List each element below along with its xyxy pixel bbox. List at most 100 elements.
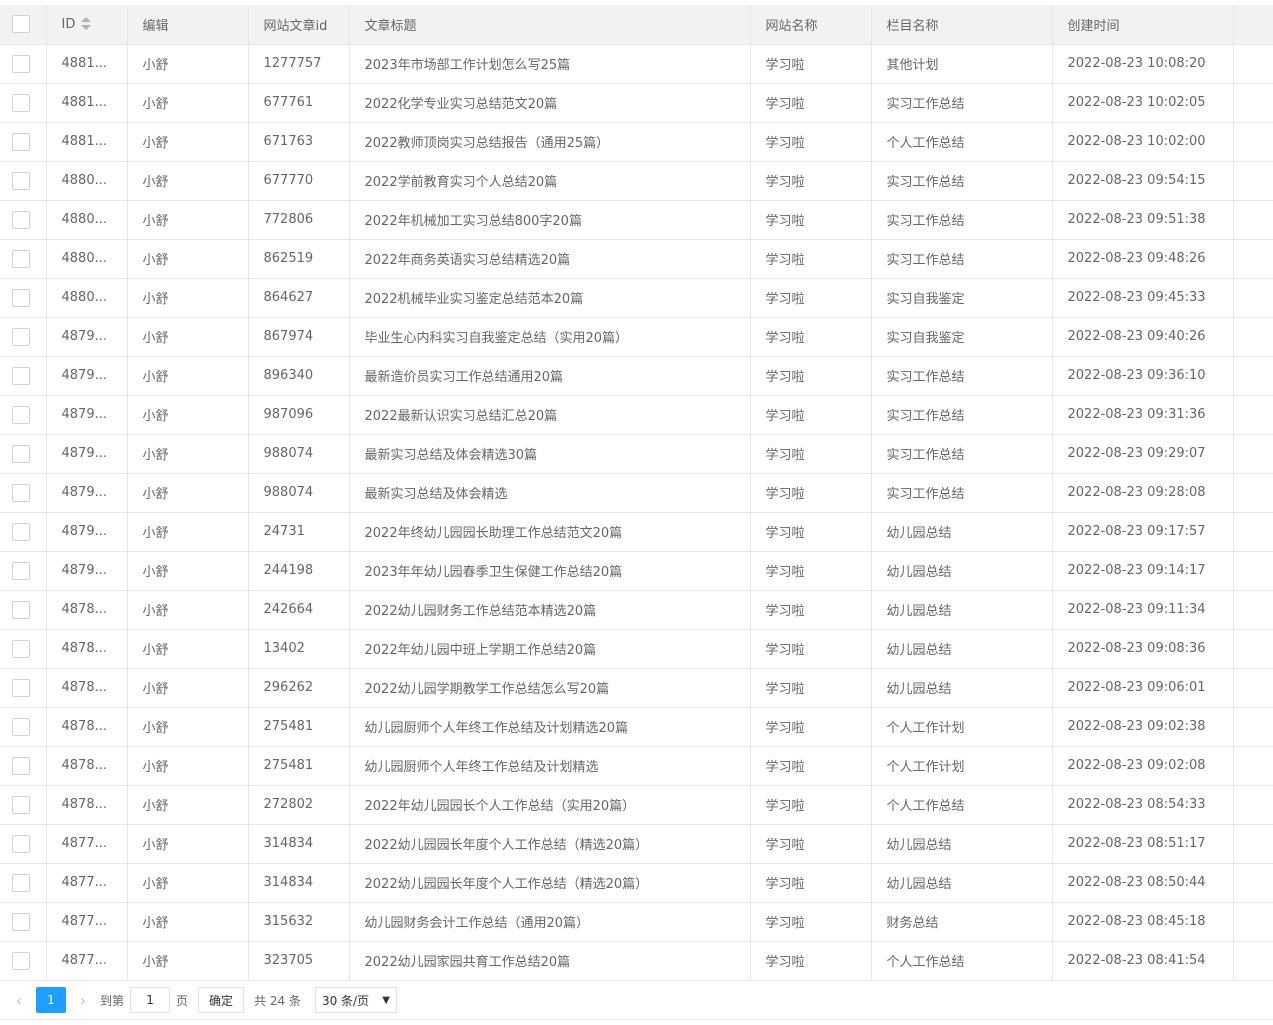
row-checkbox-cell[interactable] xyxy=(0,629,47,669)
row-checkbox-cell[interactable] xyxy=(0,395,47,435)
cell-column-name: 其他计划 xyxy=(871,44,1053,84)
table-row[interactable]: 4877... 小舒 315632 幼儿园财务会计工作总结（通用20篇） 学习啦 财务总结… xyxy=(0,902,1273,942)
row-checkbox[interactable] xyxy=(12,54,30,73)
cell-site-article-id: 677770 xyxy=(248,161,350,201)
cell-editor: 小舒 xyxy=(127,629,249,669)
table-row[interactable]: 4878... 小舒 242664 2022幼儿园财务工作总结范本精选20篇 学习啦 幼儿… xyxy=(0,590,1273,630)
row-checkbox-cell[interactable] xyxy=(0,707,47,747)
row-checkbox[interactable] xyxy=(12,795,30,814)
row-checkbox[interactable] xyxy=(12,756,30,775)
table-row[interactable]: 4880... 小舒 862519 2022年商务英语实习总结精选20篇 学习啦 实习工作… xyxy=(0,239,1273,279)
cell-site-article-id: 275481 xyxy=(248,746,350,786)
row-checkbox-cell[interactable] xyxy=(0,356,47,396)
table-row[interactable]: 4879... 小舒 988074 最新实习总结及体会精选 学习啦 实习工作总结 2022-… xyxy=(0,473,1273,513)
row-checkbox[interactable] xyxy=(12,717,30,736)
chevron-left-icon[interactable]: ‹ xyxy=(8,987,30,1013)
row-checkbox-cell[interactable] xyxy=(0,590,47,630)
row-checkbox-cell[interactable] xyxy=(0,83,47,123)
row-checkbox-cell[interactable] xyxy=(0,122,47,162)
row-checkbox[interactable] xyxy=(12,93,30,112)
select-all-checkbox-cell[interactable] xyxy=(0,5,47,45)
cell-created-at: 2022-08-23 08:54:33 xyxy=(1052,785,1234,825)
row-checkbox-cell[interactable] xyxy=(0,785,47,825)
row-checkbox-cell[interactable] xyxy=(0,473,47,513)
row-checkbox-cell[interactable] xyxy=(0,746,47,786)
goto-page-input[interactable] xyxy=(130,987,171,1013)
row-checkbox-cell[interactable] xyxy=(0,317,47,357)
table-row[interactable]: 4878... 小舒 13402 2022年幼儿园中班上学期工作总结20篇 学习啦 幼儿园… xyxy=(0,629,1273,669)
table-row[interactable]: 4878... 小舒 272802 2022年幼儿园园长个人工作总结（实用20篇） 学习… xyxy=(0,785,1273,825)
row-checkbox[interactable] xyxy=(12,600,30,619)
row-filler xyxy=(1233,239,1273,279)
row-checkbox[interactable] xyxy=(12,678,30,697)
row-checkbox-cell[interactable] xyxy=(0,551,47,591)
row-checkbox[interactable] xyxy=(12,132,30,151)
table-row[interactable]: 4881... 小舒 677761 2022化学专业实习总结范文20篇 学习啦 实习工作总… xyxy=(0,83,1273,123)
row-checkbox[interactable] xyxy=(12,483,30,502)
table-row[interactable]: 4880... 小舒 677770 2022学前教育实习个人总结20篇 学习啦 实习工作总… xyxy=(0,161,1273,201)
row-checkbox[interactable] xyxy=(12,834,30,853)
table-row[interactable]: 4879... 小舒 988074 最新实习总结及体会精选30篇 学习啦 实习工作总结 20… xyxy=(0,434,1273,474)
table-row[interactable]: 4880... 小舒 864627 2022机械毕业实习鉴定总结范本20篇 学习啦 实习自… xyxy=(0,278,1273,318)
column-header-id[interactable]: ID xyxy=(46,5,128,45)
chevron-right-icon[interactable]: › xyxy=(72,987,94,1013)
current-page-button[interactable]: 1 xyxy=(36,987,66,1013)
row-checkbox[interactable] xyxy=(12,561,30,580)
row-checkbox[interactable] xyxy=(12,639,30,658)
cell-editor: 小舒 xyxy=(127,317,249,357)
row-checkbox-cell[interactable] xyxy=(0,863,47,903)
table-row[interactable]: 4878... 小舒 296262 2022幼儿园学期教学工作总结怎么写20篇 学习啦幼… xyxy=(0,668,1273,708)
row-checkbox[interactable] xyxy=(12,366,30,385)
row-checkbox-cell[interactable] xyxy=(0,161,47,201)
row-checkbox-cell[interactable] xyxy=(0,824,47,864)
select-all-checkbox[interactable] xyxy=(12,15,30,34)
cell-title: 毕业生心内科实习自我鉴定总结（实用20篇） xyxy=(349,317,751,357)
table-row[interactable]: 4877... 小舒 323705 2022幼儿园家园共育工作总结20篇 学习啦 个人工作… xyxy=(0,941,1273,981)
table-row[interactable]: 4879... 小舒 867974 毕业生心内科实习自我鉴定总结（实用20篇） 学习啦实… xyxy=(0,317,1273,357)
cell-created-at: 2022-08-23 08:45:18 xyxy=(1052,902,1234,942)
table-row[interactable]: 4879... 小舒 24731 2022年终幼儿园园长助理工作总结范文20篇 学习啦幼… xyxy=(0,512,1273,552)
sort-icon[interactable] xyxy=(81,17,92,31)
row-checkbox[interactable] xyxy=(12,405,30,424)
cell-created-at: 2022-08-23 09:08:36 xyxy=(1052,629,1234,669)
row-checkbox[interactable] xyxy=(12,912,30,931)
row-checkbox[interactable] xyxy=(12,210,30,229)
cell-created-at: 2022-08-23 08:51:17 xyxy=(1052,824,1234,864)
row-checkbox[interactable] xyxy=(12,327,30,346)
table-row[interactable]: 4881... 小舒 1277757 2023年市场部工作计划怎么写25篇 学习啦 其他计… xyxy=(0,44,1273,84)
row-checkbox[interactable] xyxy=(12,288,30,307)
row-checkbox-cell[interactable] xyxy=(0,434,47,474)
row-checkbox[interactable] xyxy=(12,873,30,892)
row-checkbox-cell[interactable] xyxy=(0,941,47,981)
page-size-select[interactable]: 30 条/页 ▼ xyxy=(314,987,397,1013)
table-row[interactable]: 4877... 小舒 314834 2022幼儿园园长年度个人工作总结（精选20篇）学… xyxy=(0,863,1273,903)
cell-site-name: 学习啦 xyxy=(750,590,872,630)
table-row[interactable]: 4878... 小舒 275481 幼儿园厨师个人年终工作总结及计划精选 学习啦 个人工作… xyxy=(0,746,1273,786)
row-checkbox-cell[interactable] xyxy=(0,902,47,942)
table-row[interactable]: 4877... 小舒 314834 2022幼儿园园长年度个人工作总结（精选20篇）学… xyxy=(0,824,1273,864)
row-checkbox-cell[interactable] xyxy=(0,200,47,240)
row-checkbox[interactable] xyxy=(12,444,30,463)
row-checkbox-cell[interactable] xyxy=(0,239,47,279)
row-checkbox[interactable] xyxy=(12,522,30,541)
table-row[interactable]: 4879... 小舒 244198 2023年年幼儿园春季卫生保健工作总结20篇 学习啦… xyxy=(0,551,1273,591)
row-checkbox-cell[interactable] xyxy=(0,278,47,318)
table-row[interactable]: 4879... 小舒 896340 最新造价员实习工作总结通用20篇 学习啦 实习工作总结… xyxy=(0,356,1273,396)
row-filler xyxy=(1233,785,1273,825)
row-checkbox-cell[interactable] xyxy=(0,512,47,552)
row-filler xyxy=(1233,512,1273,552)
row-checkbox[interactable] xyxy=(12,249,30,268)
table-row[interactable]: 4879... 小舒 987096 2022最新认识实习总结汇总20篇 学习啦 实习工作总… xyxy=(0,395,1273,435)
cell-site-name: 学习啦 xyxy=(750,122,872,162)
cell-editor: 小舒 xyxy=(127,863,249,903)
table-row[interactable]: 4881... 小舒 671763 2022教师顶岗实习总结报告（通用25篇） 学习啦个… xyxy=(0,122,1273,162)
row-checkbox-cell[interactable] xyxy=(0,668,47,708)
row-checkbox[interactable] xyxy=(12,171,30,190)
row-checkbox-cell[interactable] xyxy=(0,44,47,84)
row-checkbox[interactable] xyxy=(12,951,30,970)
confirm-button[interactable]: 确定 xyxy=(198,987,245,1013)
table-row[interactable]: 4880... 小舒 772806 2022年机械加工实习总结800字20篇 学习啦 实习… xyxy=(0,200,1273,240)
table-row[interactable]: 4878... 小舒 275481 幼儿园厨师个人年终工作总结及计划精选20篇 学习啦个… xyxy=(0,707,1273,747)
cell-created-at: 2022-08-23 09:29:07 xyxy=(1052,434,1234,474)
cell-id: 4879... xyxy=(46,551,128,591)
